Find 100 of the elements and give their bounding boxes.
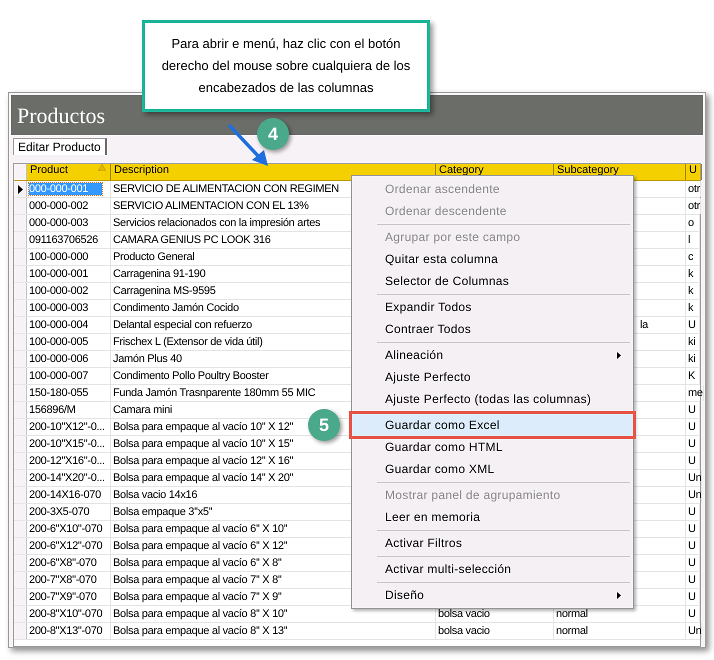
table-cell: 100-000-004 — [29, 319, 88, 331]
table-cell: Bolsa para empaque al vacío 14'' X 20'' — [113, 472, 294, 484]
table-cell: SERVICIO ALIMENTACION CON EL 13% — [113, 200, 309, 212]
grid-corner — [14, 164, 27, 180]
table-cell: Bolsa para empaque al vacío 6'' X 10'' — [113, 523, 288, 535]
menu-item[interactable]: Guardar como HTML — [352, 436, 633, 458]
table-cell: U — [688, 540, 696, 552]
menu-item[interactable]: Ajuste Perfecto (todas las columnas) — [352, 388, 633, 410]
menu-item[interactable]: Activar multi-selección — [352, 558, 633, 580]
table-cell: 200-10"X15"-0... — [29, 438, 105, 450]
table-cell: 091163706526 — [29, 234, 98, 246]
table-cell: 156896/M — [29, 404, 76, 416]
table-cell: o — [688, 217, 694, 229]
callout-text: Para abrir e menú, haz clic con el botón derecho del mouse sobre cualquiera de los encabezados de las columnas — [160, 35, 412, 97]
menu-item[interactable]: Quitar esta columna — [352, 248, 633, 270]
submenu-arrow-icon — [617, 352, 621, 358]
table-cell: Bolsa para empaque al vacío 10'' X 15'' — [113, 438, 294, 450]
tab[interactable]: Editar Producto — [13, 138, 107, 155]
table-cell: 100-000-000 — [29, 251, 88, 263]
table-cell: SERVICIO DE ALIMENTACION CON REGIMEN — [113, 183, 339, 195]
table-cell: Bolsa para empaque al vacío 7'' X 8'' — [113, 574, 282, 586]
row-selector[interactable] — [14, 181, 27, 197]
table-cell: k — [688, 285, 694, 297]
menu-item[interactable]: Contraer Todos — [352, 318, 633, 340]
menu-item[interactable]: Ajuste Perfecto — [352, 366, 633, 388]
menu-item[interactable]: Diseño — [352, 584, 633, 606]
table-cell: U — [688, 455, 696, 467]
table-cell: 100-000-006 — [29, 353, 88, 365]
table-cell: bolsa vacio — [438, 608, 490, 620]
table-cell: 000-000-003 — [29, 217, 88, 229]
table-cell: U — [688, 319, 696, 331]
table-cell: Carragenina MS-9595 — [113, 285, 216, 297]
table-cell: 200-6"X12"-070 — [29, 540, 102, 552]
menu-item[interactable]: Expandir Todos — [352, 296, 633, 318]
table-cell: Bolsa vacio 14x16 — [113, 489, 198, 501]
table-cell: 200-12"X16"-0... — [29, 455, 105, 467]
table-cell: U — [688, 506, 696, 518]
table-cell: 200-14X16-070 — [29, 489, 101, 501]
table-cell: Un — [688, 625, 702, 637]
table-cell: 200-8"X13"-070 — [29, 625, 102, 637]
table-cell: Bolsa para empaque al vacío 12'' X 16'' — [113, 455, 294, 467]
table-cell: CAMARA GENIUS PC LOOK 316 — [113, 234, 271, 246]
table-cell: 100-000-001 — [29, 268, 88, 280]
table-cell: Condimento Pollo Poultry Booster — [113, 370, 268, 382]
column-header[interactable]: Product — [27, 164, 111, 180]
menu-item[interactable]: Selector de Columnas — [352, 270, 633, 292]
table-cell: 200-7"X8"-070 — [29, 574, 97, 586]
table-cell: la — [640, 319, 648, 331]
table-cell: Frischex L (Extensor de vida útil) — [113, 336, 263, 348]
table-cell: Delantal especial con refuerzo — [113, 319, 252, 331]
menu-item[interactable]: Guardar como XML — [352, 458, 633, 480]
table-cell: Producto General — [113, 251, 194, 263]
table-cell: Bolsa para empaque al vacío 8'' X 10'' — [113, 608, 288, 620]
table-cell: Bolsa empaque 3''x5'' — [113, 506, 212, 518]
table-cell: 100-000-007 — [29, 370, 88, 382]
table-cell: normal — [556, 608, 588, 620]
menu-item[interactable]: Leer en memoria — [352, 506, 633, 528]
table-cell: 200-14"X20"-0... — [29, 472, 105, 484]
menu-item[interactable]: Guardar como Excel — [352, 414, 633, 436]
table-cell: U — [688, 557, 696, 569]
table-cell: U — [688, 404, 696, 416]
menu-item[interactable]: Activar Filtros — [352, 532, 633, 554]
table-cell: otr — [688, 183, 700, 195]
table-cell: 100-000-003 — [29, 302, 88, 314]
table-cell: 200-7"X9"-070 — [29, 591, 97, 603]
arrow-icon — [226, 122, 270, 168]
submenu-arrow-icon — [617, 592, 621, 598]
table-cell: 150-180-055 — [29, 387, 88, 399]
table-cell: l — [688, 234, 690, 246]
table-cell: 200-10"X12"-0... — [29, 421, 105, 433]
table-cell: Bolsa para empaque al vacío 6'' X 8'' — [113, 557, 282, 569]
table-cell: U — [688, 438, 696, 450]
table-cell: ki — [688, 353, 696, 365]
table-cell: Bolsa para empaque al vacío 6'' X 12'' — [113, 540, 288, 552]
table-cell: 000-000-002 — [29, 200, 88, 212]
table-cell: 100-000-005 — [29, 336, 88, 348]
table-cell: 200-6"X10"-070 — [29, 523, 102, 535]
menu-item[interactable]: Alineación — [352, 344, 633, 366]
table-cell: Funda Jamón Trasnparente 180mm 55 MIC — [113, 387, 316, 399]
table-cell: U — [688, 608, 696, 620]
table-cell: Bolsa para empaque al vacío 10'' X 12'' — [113, 421, 294, 433]
table-cell: k — [688, 268, 694, 280]
table-cell: Un — [688, 472, 702, 484]
table-cell: 200-3X5-070 — [29, 506, 90, 518]
table-cell: normal — [556, 625, 588, 637]
table-cell: Camara mini — [113, 404, 172, 416]
table-cell: 000-000-001 — [29, 183, 102, 195]
table-cell: me — [688, 387, 703, 399]
table-cell: U — [688, 421, 696, 433]
sort-ascending-icon — [98, 164, 106, 171]
table-cell: U — [688, 591, 696, 603]
table-cell: 200-6"X8"-070 — [29, 557, 97, 569]
table-cell: ki — [688, 336, 696, 348]
table-cell: Jamón Plus 40 — [113, 353, 182, 365]
table-cell: 200-8"X10"-070 — [29, 608, 102, 620]
table-cell: Condimento Jamón Cocido — [113, 302, 239, 314]
table-cell: Servicios relacionados con la impresión artes — [113, 217, 320, 229]
table-cell: Un — [688, 489, 702, 501]
table-cell: otr — [688, 200, 700, 212]
column-header[interactable]: U — [686, 164, 702, 180]
